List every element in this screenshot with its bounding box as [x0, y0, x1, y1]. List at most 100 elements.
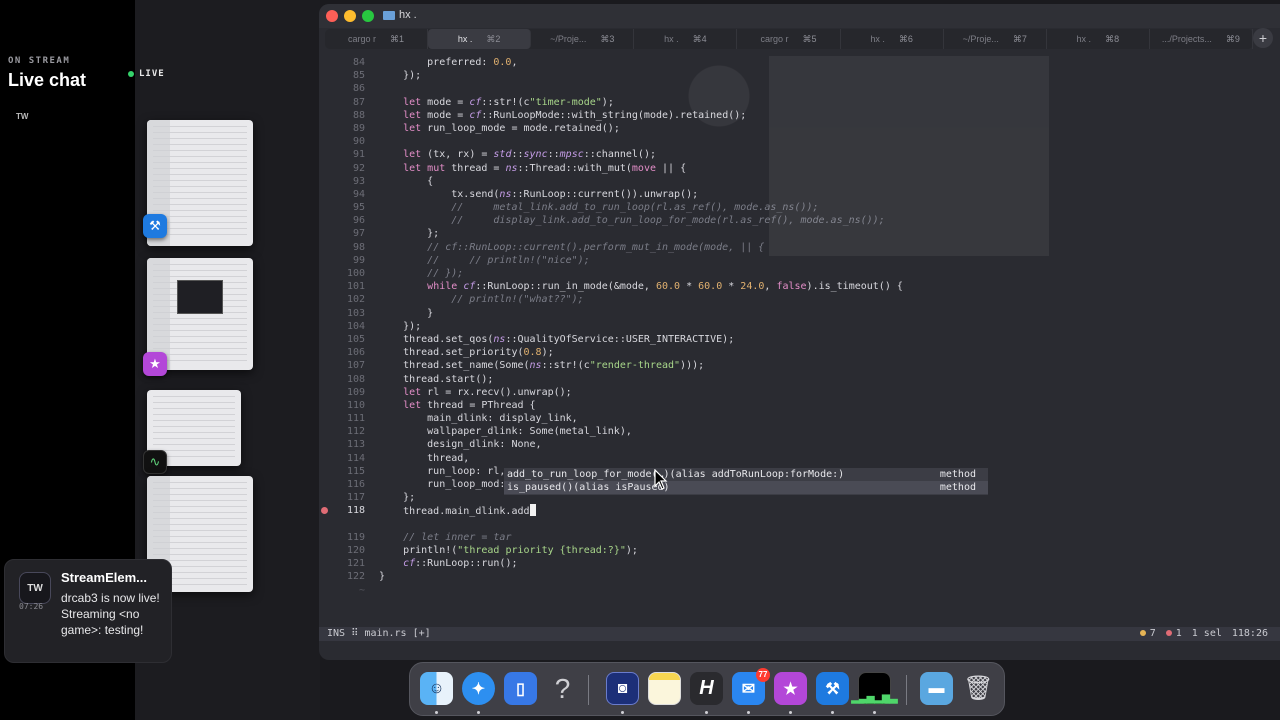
- gutter[interactable]: [319, 452, 331, 465]
- gutter[interactable]: [319, 320, 331, 333]
- trash-icon[interactable]: 🗑: [962, 672, 995, 705]
- line-code: thread,: [379, 452, 470, 464]
- safari-icon[interactable]: ✦: [462, 672, 495, 705]
- completion-item[interactable]: is_paused()(alias isPaused) method: [504, 481, 988, 495]
- line-code: thread.start();: [379, 373, 494, 385]
- gutter[interactable]: [319, 491, 331, 504]
- code-line[interactable]: 100 // });: [319, 267, 1280, 280]
- gutter[interactable]: [319, 56, 331, 69]
- gutter[interactable]: [319, 531, 331, 544]
- title-bar[interactable]: hx .: [319, 4, 1280, 28]
- gutter[interactable]: [319, 109, 331, 122]
- code-line[interactable]: 118 thread.main_dlink.add: [319, 504, 1280, 517]
- gutter[interactable]: [319, 307, 331, 320]
- gutter[interactable]: [319, 227, 331, 240]
- gutter[interactable]: [319, 504, 331, 517]
- code-line[interactable]: 105 thread.set_qos(ns::QualityOfService:…: [319, 333, 1280, 346]
- code-line[interactable]: 104 });: [319, 320, 1280, 333]
- zoom-button[interactable]: [362, 10, 374, 22]
- help-icon[interactable]: ?: [546, 672, 579, 705]
- gutter[interactable]: [319, 69, 331, 82]
- code-line[interactable]: 111 main_dlink: display_link,: [319, 412, 1280, 425]
- code-line[interactable]: 113 design_dlink: None,: [319, 438, 1280, 451]
- gutter[interactable]: [319, 425, 331, 438]
- finder-icon[interactable]: ☺: [420, 672, 453, 705]
- code-line[interactable]: 102 // println!("what??");: [319, 293, 1280, 306]
- gutter[interactable]: [319, 412, 331, 425]
- tab-5[interactable]: cargo r ⌘5: [737, 29, 841, 49]
- close-button[interactable]: [326, 10, 338, 22]
- tab-6[interactable]: hx . ⌘6: [841, 29, 944, 49]
- tab-8[interactable]: hx . ⌘8: [1047, 29, 1150, 49]
- tab-7[interactable]: ~/Proje... ⌘7: [944, 29, 1047, 49]
- code-line[interactable]: 121 cf::RunLoop::run();: [319, 557, 1280, 570]
- code-line[interactable]: ~: [319, 584, 1280, 597]
- gutter[interactable]: [319, 333, 331, 346]
- gutter[interactable]: [319, 478, 331, 491]
- gutter[interactable]: [319, 175, 331, 188]
- line-number: 115: [346, 465, 365, 477]
- notification-banner[interactable]: TW StreamElem... drcab3 is now live! Str…: [4, 559, 172, 663]
- gutter[interactable]: [319, 584, 331, 597]
- feedback-icon[interactable]: ★: [774, 672, 807, 705]
- window-title: hx .: [383, 9, 417, 21]
- gutter[interactable]: [319, 280, 331, 293]
- gutter[interactable]: [319, 386, 331, 399]
- tab-1[interactable]: cargo r ⌘1: [325, 29, 429, 49]
- code-editor[interactable]: 84 preferred: 0.0, 85 }); 86 87 let mode = …: [319, 56, 1280, 622]
- gutter[interactable]: [319, 135, 331, 148]
- completion-popup[interactable]: add_to_run_loop_for_mode(…)(alias addToR…: [504, 468, 988, 495]
- code-line[interactable]: 106 thread.set_priority(0.8);: [319, 346, 1280, 359]
- gutter[interactable]: [319, 241, 331, 254]
- gutter[interactable]: [319, 267, 331, 280]
- minimize-button[interactable]: [344, 10, 356, 22]
- gutter[interactable]: [319, 518, 331, 531]
- xcode-beta-icon[interactable]: ⚒: [816, 672, 849, 705]
- code-line[interactable]: 107 thread.set_name(Some(ns::str!(c"rend…: [319, 359, 1280, 372]
- new-tab-button[interactable]: +: [1253, 28, 1273, 48]
- tab-4[interactable]: hx . ⌘4: [634, 29, 738, 49]
- code-line[interactable]: [319, 518, 1280, 531]
- gutter[interactable]: [319, 96, 331, 109]
- gutter[interactable]: [319, 162, 331, 175]
- gutter[interactable]: [319, 465, 331, 478]
- activity-monitor-icon[interactable]: ▂▃▅▂▆▃: [851, 672, 898, 705]
- completion-item[interactable]: add_to_run_loop_for_mode(…)(alias addToR…: [504, 468, 988, 481]
- code-line[interactable]: 114 thread,: [319, 452, 1280, 465]
- tab-3[interactable]: ~/Proje... ⌘3: [531, 29, 635, 49]
- code-line[interactable]: 109 let rl = rx.recv().unwrap();: [319, 386, 1280, 399]
- gutter[interactable]: [319, 373, 331, 386]
- gutter[interactable]: [319, 570, 331, 583]
- code-line[interactable]: 103 }: [319, 307, 1280, 320]
- tab-2[interactable]: hx . ⌘2: [428, 29, 532, 49]
- gutter[interactable]: [319, 148, 331, 161]
- code-line[interactable]: 122}: [319, 570, 1280, 583]
- mail-icon[interactable]: ✉ 77: [732, 668, 770, 705]
- gutter[interactable]: [319, 293, 331, 306]
- code-line[interactable]: 110 let thread = PThread {: [319, 399, 1280, 412]
- gutter[interactable]: [319, 399, 331, 412]
- gutter[interactable]: [319, 438, 331, 451]
- notes-icon[interactable]: [648, 672, 681, 705]
- gutter[interactable]: [319, 254, 331, 267]
- app-store-connect-icon[interactable]: ◙: [606, 672, 639, 705]
- gutter[interactable]: [319, 214, 331, 227]
- helix-icon[interactable]: H: [690, 672, 723, 705]
- folder-icon[interactable]: ▬: [920, 672, 953, 705]
- simulator-icon[interactable]: ▯: [504, 672, 537, 705]
- gutter[interactable]: [319, 359, 331, 372]
- gutter[interactable]: [319, 557, 331, 570]
- gutter[interactable]: [319, 82, 331, 95]
- code-line[interactable]: 108 thread.start();: [319, 373, 1280, 386]
- code-line[interactable]: 101 while cf::RunLoop::run_in_mode(&mode…: [319, 280, 1280, 293]
- gutter[interactable]: [319, 122, 331, 135]
- gutter[interactable]: [319, 201, 331, 214]
- gutter[interactable]: [319, 188, 331, 201]
- code-line[interactable]: 112 wallpaper_dlink: Some(metal_link),: [319, 425, 1280, 438]
- tab-9[interactable]: .../Projects... ⌘9: [1150, 29, 1253, 49]
- line-number: 111: [346, 413, 365, 425]
- code-line[interactable]: 120 println!("thread priority {thread:?}…: [319, 544, 1280, 557]
- gutter[interactable]: [319, 346, 331, 359]
- code-line[interactable]: 119 // let inner = tar: [319, 531, 1280, 544]
- gutter[interactable]: [319, 544, 331, 557]
